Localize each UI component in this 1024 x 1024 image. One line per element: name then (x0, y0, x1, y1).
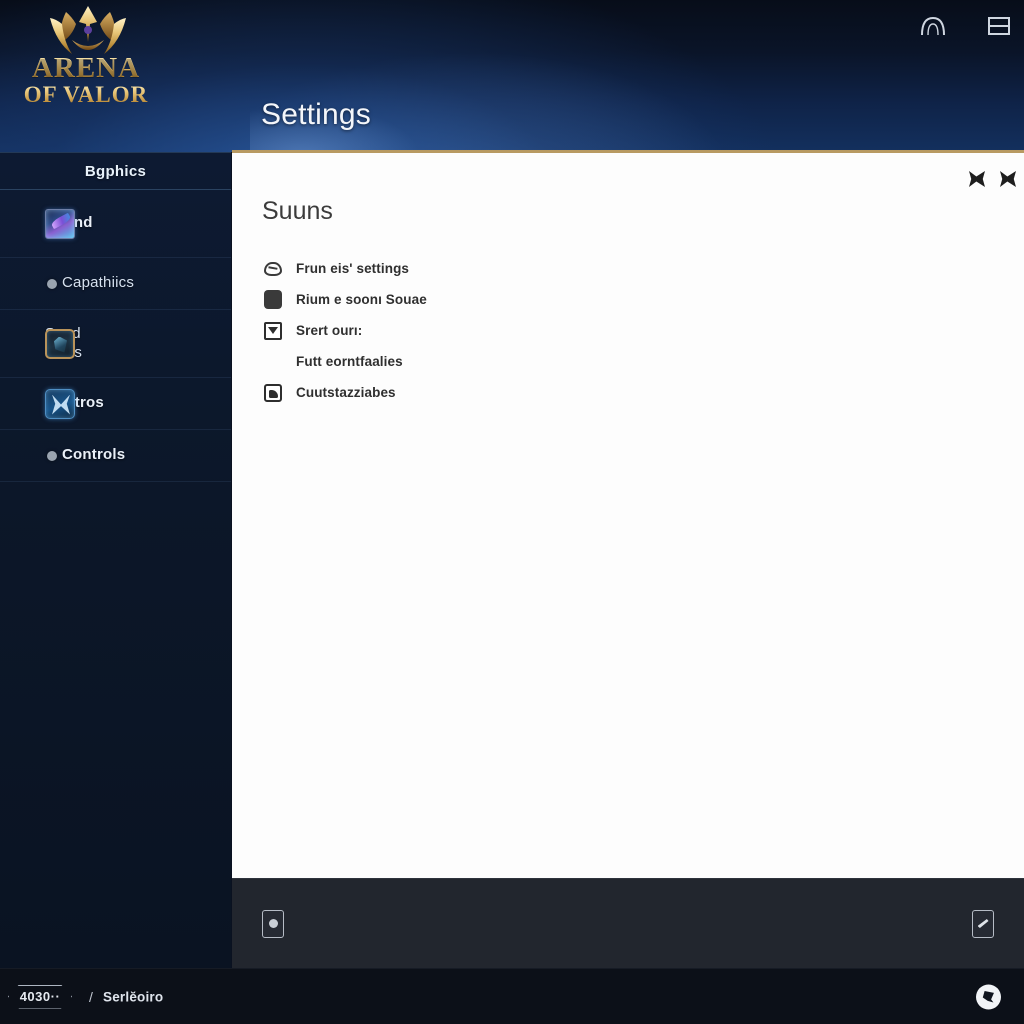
image-square-icon (262, 383, 284, 402)
dot-panel-button[interactable] (262, 909, 284, 938)
filled-square-icon (262, 290, 284, 309)
option-label: Cuutstazziabes (296, 385, 396, 400)
gem-frame-icon (45, 328, 75, 359)
logo-line-2: OF VALOR (6, 82, 166, 108)
settings-sidebar: Bgphics Sound Capathiics Sund atites Con… (0, 152, 232, 968)
diagonal-slash-icon (977, 919, 989, 928)
settings-option-list: Frun eis' settings Rium e soonı Souae Sr… (262, 253, 782, 408)
wing-emblem-icon (45, 388, 75, 419)
option-label: Srert ourı: (296, 323, 363, 338)
window-controls (918, 12, 1014, 40)
content-heading: Suuns (262, 197, 333, 225)
status-badge-label: 4030·· (19, 989, 61, 1004)
option-label: Rium e soonı Souae (296, 292, 427, 307)
sidebar-item-contros[interactable]: Contros (0, 378, 231, 430)
logo-line-1: ARENA (6, 54, 166, 83)
sidebar-item-capathiics[interactable]: Capathiics (0, 258, 231, 310)
window-header: ARENA OF VALOR Settings (0, 0, 1024, 152)
panel-tool-buttons (969, 171, 1016, 187)
bullet-dot-icon (47, 278, 57, 289)
arch-icon[interactable] (918, 12, 948, 40)
option-label: Futt eorntfaalies (296, 354, 403, 369)
panel-bottom-bar (232, 878, 1024, 968)
dot-icon (268, 919, 278, 928)
sidebar-item-label: Capathiics (62, 274, 135, 292)
sidebar-item-label: Controls (62, 446, 126, 464)
split-window-icon[interactable] (984, 12, 1014, 40)
page-title: Settings (261, 98, 371, 131)
option-row-futt-eorntfaalies: Futt eorntfaalies (262, 346, 782, 377)
option-row-cuutstazziabes[interactable]: Cuutstazziabes (262, 377, 782, 408)
status-label: Serlĕoirо (103, 989, 164, 1004)
bowtie-glyph-2-icon[interactable] (1000, 171, 1016, 187)
option-row-srert-our[interactable]: Srert ourı: (262, 315, 782, 346)
gem-outline-icon (262, 260, 284, 278)
settings-content-panel: Suuns Frun eis' settings Rium e soonı So… (232, 150, 1024, 878)
slash-panel-button[interactable] (972, 909, 994, 938)
bowtie-glyph-1-icon[interactable] (969, 171, 985, 187)
game-logo: ARENA OF VALOR (6, 2, 166, 127)
dropdown-square-icon (262, 321, 284, 340)
sidebar-item-controls[interactable]: Controls (0, 430, 231, 482)
sound-swirl-icon[interactable] (976, 984, 1001, 1009)
status-bar: 4030·· / Serlĕoirо (0, 968, 1024, 1024)
sidebar-item-sound[interactable]: Sound (0, 190, 231, 258)
option-label: Frun eis' settings (296, 261, 410, 276)
option-row-frun-settings[interactable]: Frun eis' settings (262, 253, 782, 284)
bullet-dot-icon (47, 450, 57, 461)
status-badge[interactable]: 4030·· (8, 985, 72, 1009)
sidebar-item-bgphics[interactable]: Bgphics (0, 152, 231, 190)
option-row-rium-souae[interactable]: Rium e soonı Souae (262, 284, 782, 315)
sidebar-item-sund-atites[interactable]: Sund atites (0, 310, 231, 378)
shard-crystal-icon (45, 208, 75, 239)
sidebar-selected-label: Bgphics (84, 162, 147, 180)
game-settings-window: ARENA OF VALOR Settings Bgphics Capathii… (0, 0, 1024, 1024)
status-separator: / (89, 988, 93, 1005)
